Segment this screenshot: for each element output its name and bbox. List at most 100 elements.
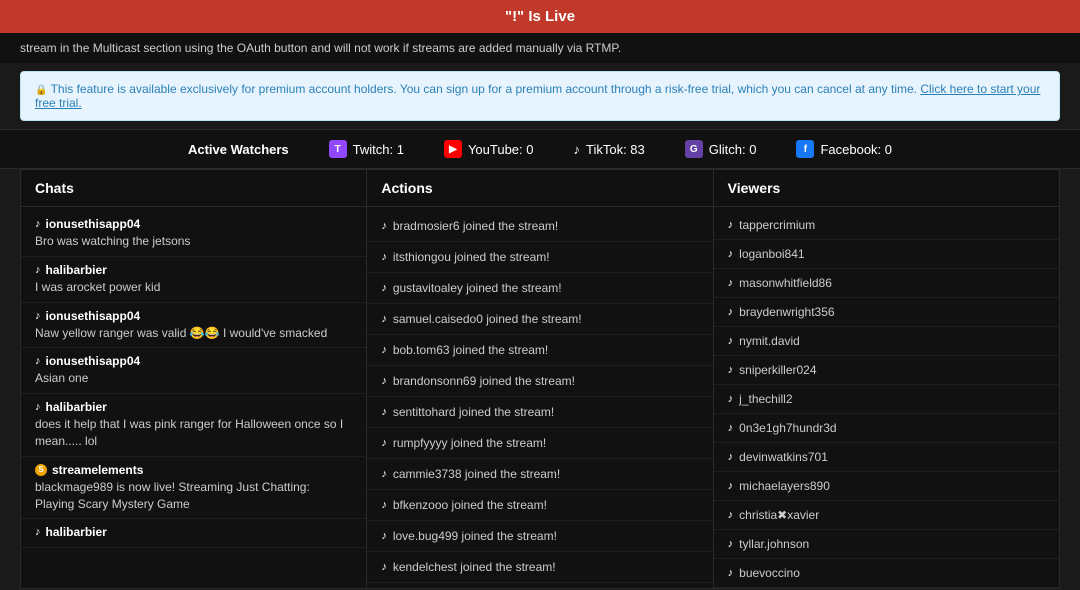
list-item: ♪ bob.tom63 joined the stream!: [367, 335, 712, 366]
actions-column: Actions ♪ bradmosier6 joined the stream!…: [367, 169, 713, 589]
twitch-watchers: T Twitch: 1: [329, 140, 404, 158]
list-item: ♪ kendelchest joined the stream!: [367, 552, 712, 583]
list-item: ♪ brandonsonn69 joined the stream!: [367, 366, 712, 397]
facebook-label: Facebook: 0: [820, 142, 892, 157]
glitch-icon: G: [685, 140, 703, 158]
list-item: ♪ sniperkiller024: [714, 356, 1059, 385]
tiktok-platform-icon: ♪: [381, 220, 387, 232]
list-item: ♪ gustavitoaley joined the stream!: [367, 273, 712, 304]
viewer-name: buevoccino: [739, 566, 800, 580]
action-text: cammie3738 joined the stream!: [393, 467, 560, 481]
tiktok-platform-icon: ♪: [381, 406, 387, 418]
live-title: "!" Is Live: [505, 8, 575, 25]
viewers-list: ♪ tappercrimium ♪ loganboi841 ♪ masonwhi…: [714, 207, 1059, 588]
list-item: ♪ itsthiongou joined the stream!: [367, 242, 712, 273]
chat-username: halibarbier: [46, 525, 107, 539]
tiktok-platform-icon: ♪: [381, 499, 387, 511]
actions-list: ♪ bradmosier6 joined the stream! ♪ itsth…: [367, 207, 712, 588]
tiktok-platform-icon: ♪: [381, 437, 387, 449]
list-item: ♪ j_thechill2: [714, 385, 1059, 414]
tiktok-platform-icon: ♪: [381, 282, 387, 294]
glitch-label: Glitch: 0: [709, 142, 757, 157]
chat-username: ionusethisapp04: [46, 217, 141, 231]
facebook-icon: f: [796, 140, 814, 158]
list-item: ♪ buevoccino: [714, 559, 1059, 588]
viewers-column: Viewers ♪ tappercrimium ♪ loganboi841 ♪ …: [714, 169, 1060, 589]
actions-header: Actions: [367, 170, 712, 207]
chat-message: Asian one: [35, 370, 352, 387]
info-bar: stream in the Multicast section using th…: [0, 33, 1080, 63]
tiktok-icon: ♪: [574, 142, 581, 157]
viewer-name: michaelayers890: [739, 479, 830, 493]
viewer-name: tyllar.johnson: [739, 537, 809, 551]
facebook-watchers: f Facebook: 0: [796, 140, 892, 158]
tiktok-platform-icon: ♪: [728, 364, 734, 376]
tiktok-platform-icon: ♪: [728, 422, 734, 434]
chat-message: does it help that I was pink ranger for …: [35, 416, 352, 450]
list-item: ♪ halibarbier I was arocket power kid: [21, 257, 366, 303]
tiktok-platform-icon: ♪: [381, 561, 387, 573]
action-text: bfkenzooo joined the stream!: [393, 498, 547, 512]
action-text: bradmosier6 joined the stream!: [393, 219, 558, 233]
youtube-watchers: ▶ YouTube: 0: [444, 140, 534, 158]
chats-column: Chats ♪ ionusethisapp04 Bro was watching…: [20, 169, 367, 589]
list-item: ♪ love.bug499 joined the stream!: [367, 521, 712, 552]
premium-text: This feature is available exclusively fo…: [51, 82, 921, 96]
watchers-bar: Active Watchers T Twitch: 1 ▶ YouTube: 0…: [0, 129, 1080, 169]
active-watchers-label: Active Watchers: [188, 142, 289, 157]
list-item: ♪ masonwhitfield86: [714, 269, 1059, 298]
list-item: ♪ ionusethisapp04 Bro was watching the j…: [21, 211, 366, 257]
list-item: ♪ loganboi841: [714, 240, 1059, 269]
list-item: S streamelements blackmage989 is now liv…: [21, 457, 366, 520]
action-text: bob.tom63 joined the stream!: [393, 343, 548, 357]
tiktok-platform-icon: ♪: [381, 251, 387, 263]
viewer-name: loganboi841: [739, 247, 804, 261]
list-item: ♪ samuel.caisedo0 joined the stream!: [367, 304, 712, 335]
main-columns: Chats ♪ ionusethisapp04 Bro was watching…: [20, 169, 1060, 589]
list-item: ♪ cammie3738 joined the stream!: [367, 459, 712, 490]
action-text: sentittohard joined the stream!: [393, 405, 554, 419]
list-item: ♪ ionusethisapp04 Naw yellow ranger was …: [21, 303, 366, 349]
list-item: ♪ rumpfyyyy joined the stream!: [367, 428, 712, 459]
tiktok-platform-icon: ♪: [728, 277, 734, 289]
tiktok-platform-icon: ♪: [728, 509, 734, 521]
tiktok-platform-icon: ♪: [35, 264, 41, 276]
action-text: itsthiongou joined the stream!: [393, 250, 550, 264]
tiktok-platform-icon: ♪: [381, 530, 387, 542]
tiktok-platform-icon: ♪: [728, 335, 734, 347]
tiktok-platform-icon: ♪: [381, 344, 387, 356]
glitch-watchers: G Glitch: 0: [685, 140, 757, 158]
viewer-name: devinwatkins701: [739, 450, 828, 464]
list-item: ♪ braydenwright356: [714, 298, 1059, 327]
list-item: ♪ tappercrimium: [714, 211, 1059, 240]
tiktok-platform-icon: ♪: [728, 306, 734, 318]
action-text: rumpfyyyy joined the stream!: [393, 436, 546, 450]
tiktok-platform-icon: ♪: [381, 375, 387, 387]
tiktok-label: TikTok: 83: [586, 142, 645, 157]
action-text: gustavitoaley joined the stream!: [393, 281, 562, 295]
viewer-name: 0n3e1gh7hundr3d: [739, 421, 836, 435]
tiktok-platform-icon: ♪: [35, 526, 41, 538]
action-text: love.bug499 joined the stream!: [393, 529, 557, 543]
chat-message: Naw yellow ranger was valid 😂😂 I would'v…: [35, 325, 352, 342]
chat-username: halibarbier: [46, 263, 107, 277]
action-text: samuel.caisedo0 joined the stream!: [393, 312, 582, 326]
viewer-name: masonwhitfield86: [739, 276, 832, 290]
viewer-name: christia✖xavier: [739, 508, 819, 522]
chat-message: I was arocket power kid: [35, 279, 352, 296]
tiktok-platform-icon: ♪: [728, 567, 734, 579]
tiktok-platform-icon: ♪: [381, 468, 387, 480]
tiktok-watchers: ♪ TikTok: 83: [574, 142, 645, 157]
viewer-name: j_thechill2: [739, 392, 792, 406]
tiktok-platform-icon: ♪: [35, 310, 41, 322]
youtube-label: YouTube: 0: [468, 142, 534, 157]
chat-username: halibarbier: [46, 400, 107, 414]
list-item: ♪ ionusethisapp04 Asian one: [21, 348, 366, 394]
chat-message: Bro was watching the jetsons: [35, 233, 352, 250]
tiktok-platform-icon: ♪: [35, 218, 41, 230]
action-text: brandonsonn69 joined the stream!: [393, 374, 575, 388]
chat-username: ionusethisapp04: [46, 309, 141, 323]
list-item: ♪ sentittohard joined the stream!: [367, 397, 712, 428]
tiktok-platform-icon: ♪: [728, 248, 734, 260]
viewer-name: braydenwright356: [739, 305, 834, 319]
